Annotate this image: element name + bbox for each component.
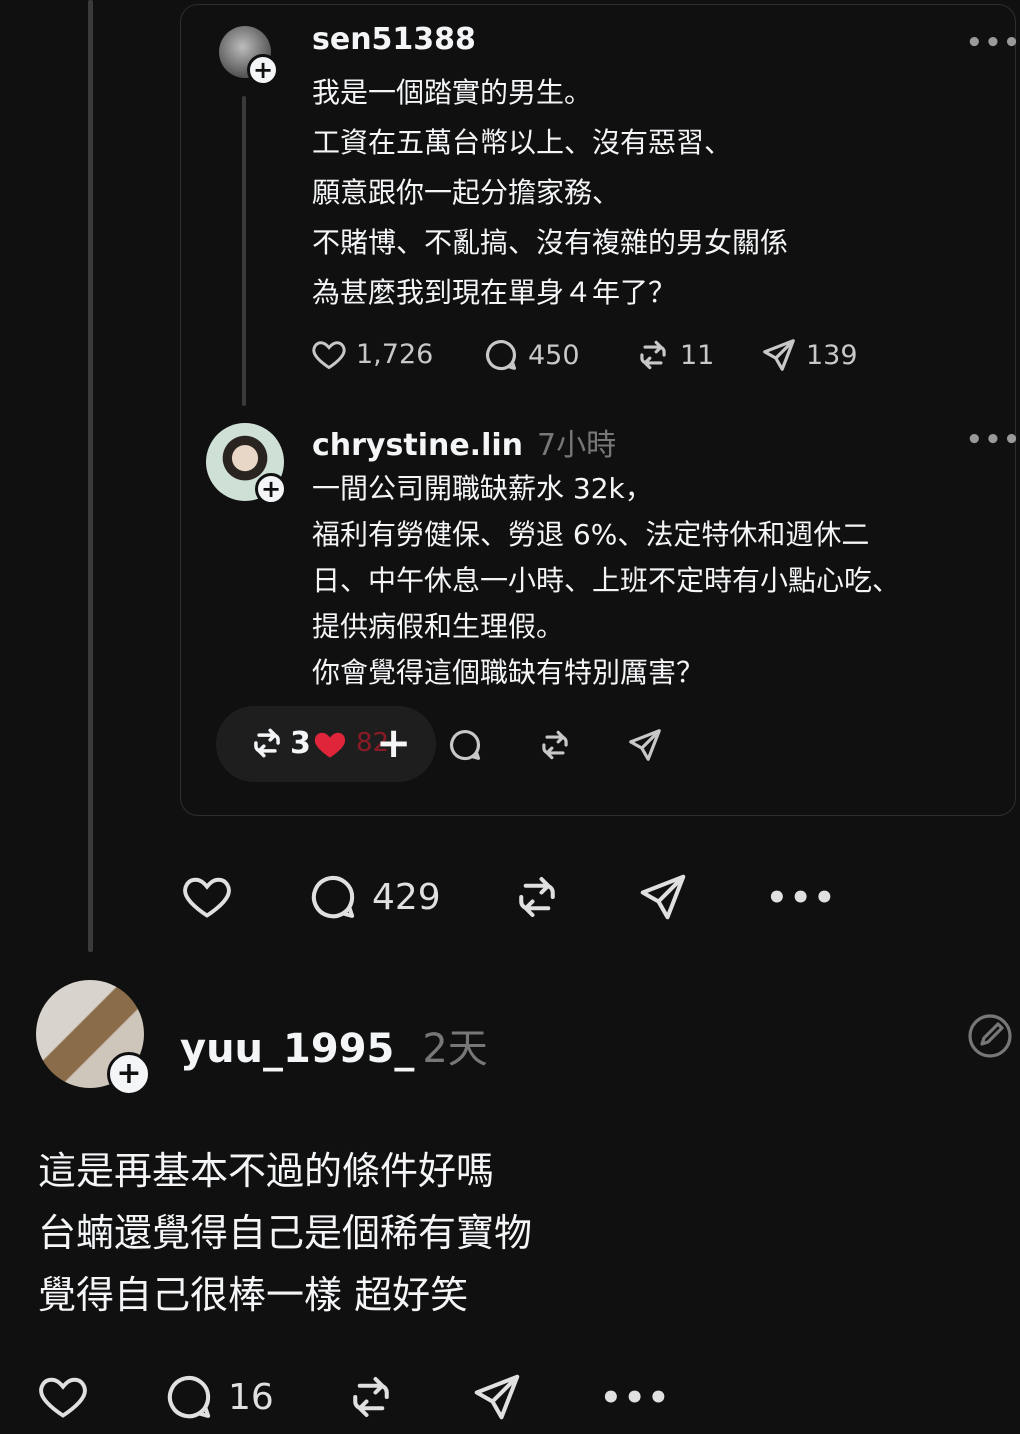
repost-button[interactable]: 11 [634,336,714,374]
post-line: 提供病假和生理假。 [312,610,565,643]
send-icon [640,874,686,920]
like-button[interactable] [36,1370,90,1422]
comment-text: 這是再基本不過的條件好嗎 台蝻還覺得自己是個稀有寶物 覺得自己很棒一樣 超好笑 [38,1140,532,1326]
like-button[interactable] [180,870,234,922]
reply-button[interactable] [446,726,484,764]
post-text: 一間公司開職缺薪水 32k， 福利有勞健保、勞退 6%、法定特休和週休二 日、中… [312,466,900,696]
plus-icon[interactable]: + [376,718,411,767]
post-line: 我是一個踏實的男生。 [312,76,593,109]
repost-count: 3 [290,725,311,761]
reply-button[interactable]: 429 [306,870,441,924]
follow-plus-icon[interactable]: + [107,1052,151,1096]
repost-button[interactable]: 3 [248,724,311,762]
post-line: 願意跟你一起分擔家務、 [312,176,621,209]
post-time: 2天 [422,1026,488,1072]
comment-icon [167,1375,211,1419]
share-button[interactable] [636,870,690,924]
comment-icon [485,340,517,371]
more-options-icon[interactable]: ••• [966,28,1020,58]
post-time: 7小時 [537,428,617,463]
username[interactable]: yuu_1995_ [180,1026,414,1072]
post-line: 工資在五萬台幣以上、沒有惡習、 [312,126,733,159]
repost-count: 11 [680,339,715,371]
more-options-icon[interactable]: ••• [766,878,837,918]
reply-count: 16 [228,1376,274,1418]
reply-count: 450 [528,339,580,371]
follow-plus-icon[interactable]: + [255,473,287,505]
share-button[interactable]: 139 [760,336,858,374]
post-line: 福利有勞健保、勞退 6%、法定特休和週休二 [312,518,870,551]
heart-filled-icon[interactable] [310,726,350,762]
share-button[interactable] [626,726,664,764]
comment-line: 這是再基本不過的條件好嗎 [38,1149,495,1193]
username[interactable]: chrystine.lin [312,428,523,463]
reply-count: 429 [372,876,441,918]
thread-line [88,0,93,952]
reply-button[interactable]: 450 [482,336,580,374]
post-line: 一間公司開職缺薪水 32k， [312,472,653,505]
like-button[interactable]: 1,726 [310,336,433,372]
username[interactable]: sen51388 [312,22,476,57]
send-icon [763,339,795,371]
share-count: 139 [806,339,858,371]
more-options-icon[interactable]: ••• [966,425,1020,455]
more-options-icon[interactable]: ••• [600,1378,671,1418]
repost-button[interactable] [344,1370,398,1424]
post-text: 我是一個踏實的男生。 工資在五萬台幣以上、沒有惡習、 願意跟你一起分擔家務、 不… [312,68,788,318]
edit-icon[interactable] [966,1012,1014,1060]
heart-icon [312,341,346,370]
username-row: yuu_1995_ 2天 [180,1016,488,1074]
comment-line: 覺得自己很棒一樣 超好笑 [38,1273,469,1317]
repost-icon [542,730,568,760]
post-line: 為甚麼我到現在單身４年了？ [312,276,677,309]
comment-icon [311,875,355,919]
repost-icon [353,1376,389,1418]
repost-button[interactable] [536,726,574,764]
thread-line [242,96,246,406]
like-count: 1,726 [356,338,434,370]
post-line: 不賭博、不亂搞、沒有複雜的男女關係 [312,226,789,259]
follow-plus-icon[interactable]: + [247,54,279,86]
post-line: 日、中午休息一小時、上班不定時有小點心吃、 [312,564,901,597]
repost-icon [519,876,555,918]
send-icon [629,729,661,761]
repost-icon [254,728,280,758]
comment-line: 台蝻還覺得自己是個稀有寶物 [38,1211,533,1255]
username-row: chrystine.lin 7小時 [312,420,616,464]
repost-button[interactable] [510,870,564,924]
post-line: 你會覺得這個職缺有特別厲害？ [312,656,705,689]
heart-icon [39,1377,87,1418]
comment-icon [449,730,481,761]
reply-button[interactable]: 16 [162,1370,274,1424]
send-icon [474,1374,520,1420]
repost-icon [640,340,666,370]
share-button[interactable] [470,1370,524,1424]
heart-icon [183,877,231,918]
